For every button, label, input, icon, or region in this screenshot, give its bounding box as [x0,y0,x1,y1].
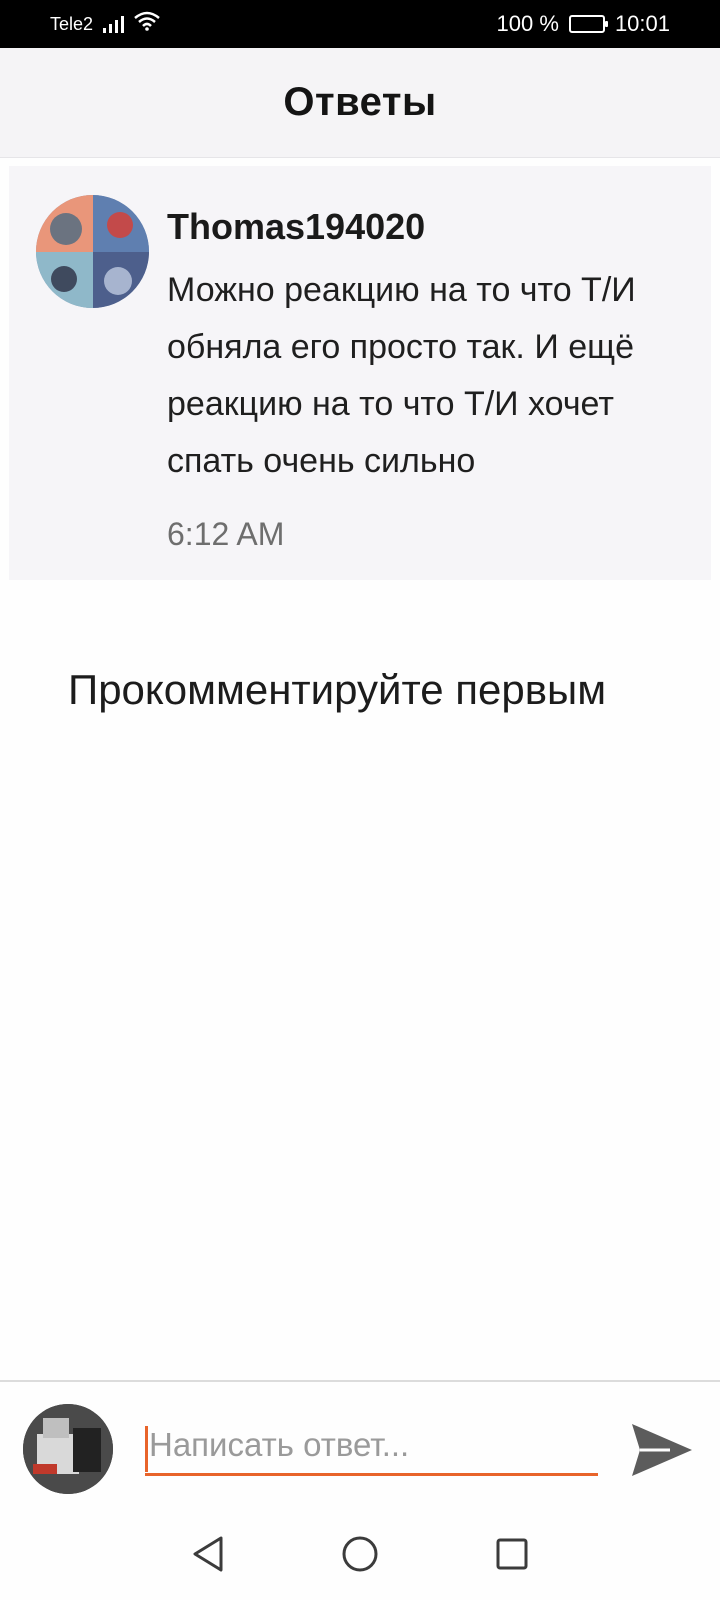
empty-state-text: Прокомментируйте первым [68,666,607,713]
reply-username[interactable]: Thomas194020 [167,206,677,248]
wifi-icon [134,11,160,37]
header: Ответы [0,48,720,158]
status-bar: Tele2 100 % 10:01 [0,0,720,48]
battery-percent: 100 % [496,11,559,36]
reply-text: Можно реакцию на то что Т/И обняла его п… [167,271,636,480]
reply-body: Thomas194020 Можно реакцию на то что Т/И… [167,206,677,553]
system-nav-bar [0,1508,720,1600]
home-circle-icon [342,1536,378,1572]
back-triangle-icon [193,1536,223,1572]
send-icon [632,1424,692,1476]
send-button[interactable] [628,1418,696,1482]
text-cursor [145,1426,148,1472]
carrier-label: Tele2 [50,13,94,34]
recents-button[interactable] [490,1532,534,1576]
battery-icon [568,15,608,33]
home-button[interactable] [338,1532,382,1576]
user-avatar-image [23,1404,113,1494]
reply-input[interactable] [145,1416,598,1476]
signal-icon [103,15,125,33]
status-right: 100 % 10:01 [497,11,670,37]
clock: 10:01 [614,11,670,36]
user-avatar[interactable] [23,1404,113,1494]
screen: Tele2 100 % 10:01 Ответы Thomas194020 Мо… [0,0,720,1600]
avatar-image [36,195,149,308]
status-left: Tele2 [50,11,160,37]
avatar[interactable] [36,195,149,308]
back-button[interactable] [186,1532,230,1576]
reply-timestamp: 6:12 AM [167,516,285,552]
composer [0,1380,720,1508]
reply-card[interactable]: Thomas194020 Можно реакцию на то что Т/И… [9,166,711,580]
page-title: Ответы [283,80,437,124]
recents-square-icon [496,1538,528,1570]
